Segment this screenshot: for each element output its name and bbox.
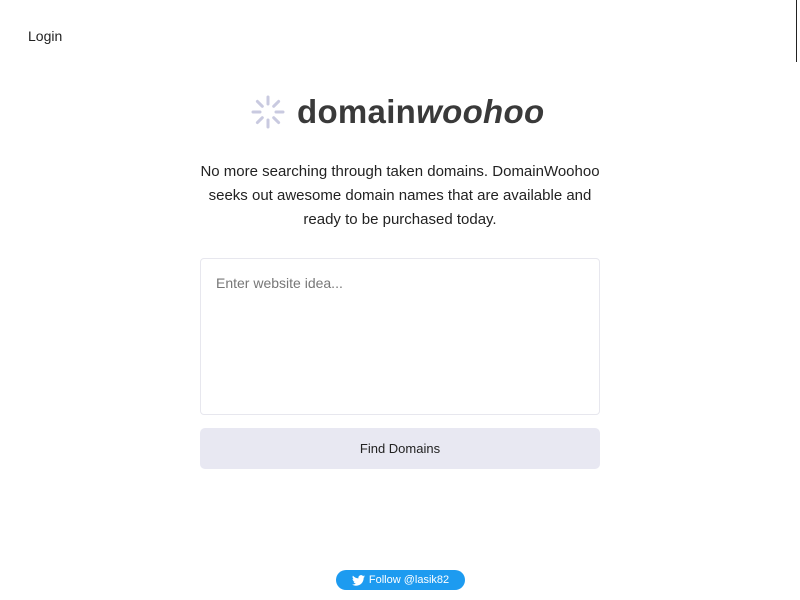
logo-text-domain: domain <box>297 93 417 130</box>
twitter-follow-label: Follow @lasik82 <box>368 574 450 586</box>
twitter-follow-button[interactable]: Follow @lasik82 <box>336 570 465 590</box>
website-idea-input[interactable] <box>200 258 600 415</box>
logo-text: domainwoohoo <box>297 92 544 132</box>
tagline: No more searching through taken domains.… <box>200 163 600 228</box>
twitter-bird-icon <box>351 574 365 586</box>
scrollbar-divider <box>796 0 797 62</box>
logo: domainwoohoo <box>250 92 544 132</box>
page: Login domainwoohoo No more searching thr… <box>0 0 800 600</box>
find-domains-button[interactable]: Find Domains <box>200 428 600 469</box>
logo-text-woohoo: woohoo <box>416 93 545 130</box>
spinner-icon <box>251 95 285 129</box>
login-link[interactable]: Login <box>28 28 62 44</box>
